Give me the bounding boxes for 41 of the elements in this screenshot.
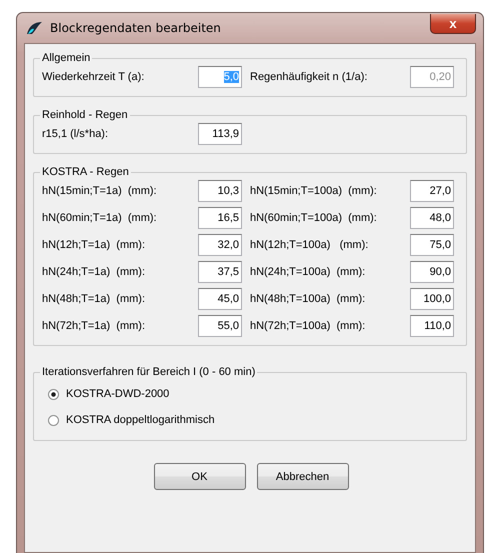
input-field[interactable]: 32,0 <box>198 234 242 256</box>
field-label: hN(12h;T=1a) (mm): <box>42 239 146 251</box>
field-label: hN(48h;T=100a) (mm): <box>250 293 366 305</box>
input-field[interactable]: 100,0 <box>410 288 454 310</box>
app-icon <box>26 20 44 36</box>
field-label: Wiederkehrzeit T (a): <box>42 71 146 83</box>
input-field[interactable]: 16,5 <box>198 207 242 229</box>
radio-label[interactable]: KOSTRA-DWD-2000 <box>66 388 170 400</box>
radio-button[interactable] <box>48 388 59 400</box>
field-label: hN(15min;T=1a) (mm): <box>42 185 158 197</box>
field-label: r15,1 (l/s*ha): <box>42 128 110 140</box>
ok-button[interactable]: OK <box>154 463 246 490</box>
group-title: Allgemein <box>41 52 92 64</box>
field-label: hN(12h;T=100a) (mm): <box>250 239 370 251</box>
input-field[interactable]: 48,0 <box>410 207 454 229</box>
input-field[interactable]: 90,0 <box>410 261 454 283</box>
input-field[interactable]: 113,9 <box>198 123 242 145</box>
close-button[interactable]: x <box>430 14 476 34</box>
input-field[interactable]: 75,0 <box>410 234 454 256</box>
field-label: hN(72h;T=100a) (mm): <box>250 320 366 332</box>
radio-label[interactable]: KOSTRA doppeltlogarithmisch <box>66 414 215 426</box>
input-field[interactable]: 110,0 <box>410 315 454 337</box>
field-label: Regenhäufigkeit n (1/a): <box>250 71 368 83</box>
field-label: hN(60min;T=100a) (mm): <box>250 212 378 224</box>
field-label: hN(48h;T=1a) (mm): <box>42 293 146 305</box>
window-title: Blockregendaten bearbeiten <box>50 21 221 35</box>
input-field[interactable]: 27,0 <box>410 180 454 202</box>
group-title: Reinhold - Regen <box>41 109 129 121</box>
group-title: KOSTRA - Regen <box>41 166 130 178</box>
input-field[interactable]: 55,0 <box>198 315 242 337</box>
input-field[interactable]: 10,3 <box>198 180 242 202</box>
field-label: hN(24h;T=100a) (mm): <box>250 266 366 278</box>
field-label: hN(15min;T=100a) (mm): <box>250 185 378 197</box>
input-field[interactable]: 45,0 <box>198 288 242 310</box>
field-label: hN(60min;T=1a) (mm): <box>42 212 158 224</box>
group-title: Iterationsverfahren für Bereich I (0 - 60 min) <box>41 366 256 378</box>
field-label: hN(24h;T=1a) (mm): <box>42 266 146 278</box>
radio-button[interactable] <box>48 414 59 426</box>
input-field[interactable]: 37,5 <box>198 261 242 283</box>
cancel-button[interactable]: Abbrechen <box>256 463 348 490</box>
field-label: hN(72h;T=1a) (mm): <box>42 320 146 332</box>
